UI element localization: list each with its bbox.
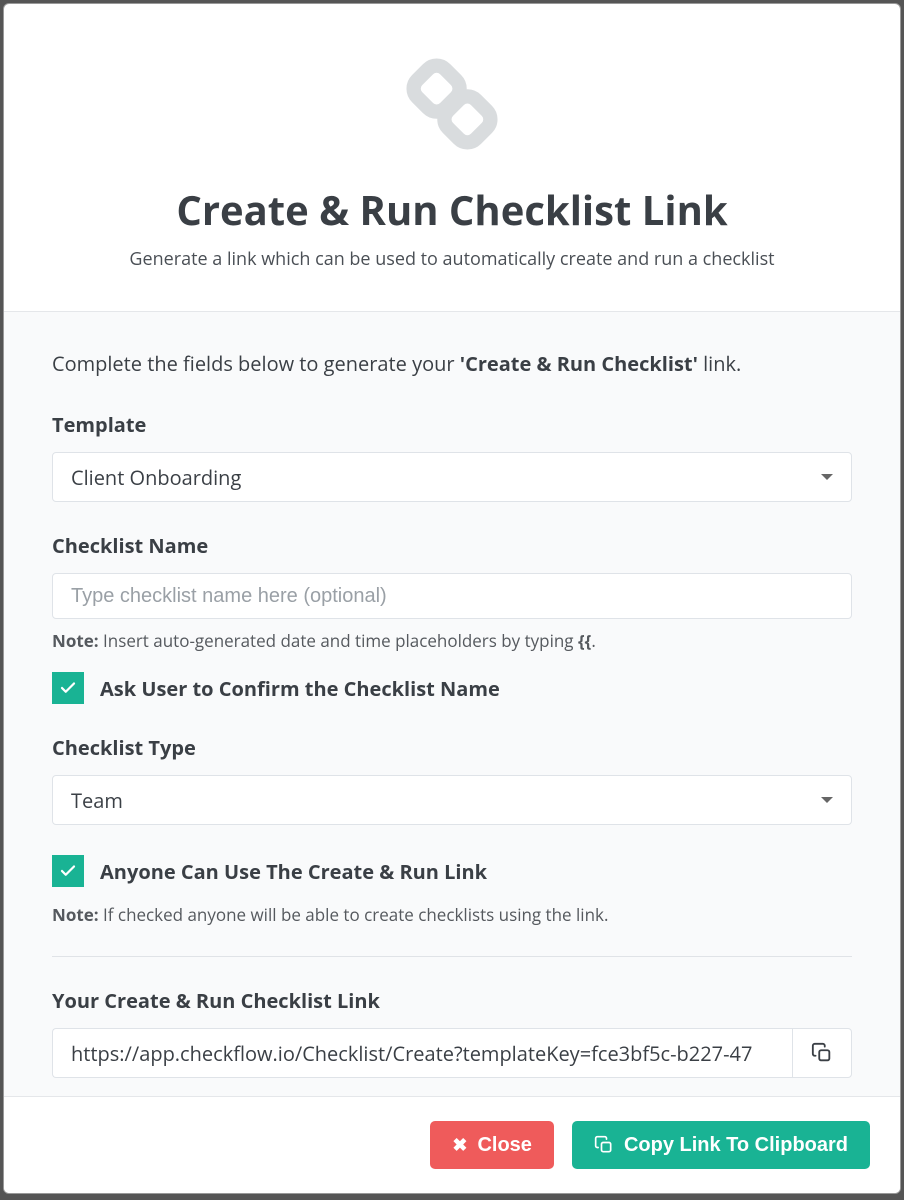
generated-link-text: https://app.checkflow.io/Checklist/Creat…: [71, 1040, 752, 1067]
note-label: Note:: [52, 903, 99, 926]
template-value: Client Onboarding: [71, 464, 241, 491]
intro-bold: 'Create & Run Checklist': [460, 350, 698, 377]
anyone-note: Note: If checked anyone will be able to …: [52, 903, 852, 926]
note-label: Note:: [52, 629, 99, 652]
note-text: Insert auto-generated date and time plac…: [99, 629, 578, 652]
note-after: .: [591, 629, 595, 652]
template-select[interactable]: Client Onboarding: [52, 452, 852, 502]
checklist-name-note: Note: Insert auto-generated date and tim…: [52, 629, 852, 652]
copy-icon: [811, 1042, 833, 1064]
anyone-checkbox[interactable]: [52, 855, 84, 887]
chevron-down-icon: [821, 797, 833, 803]
checklist-name-label: Checklist Name: [52, 532, 852, 559]
copy-link-button-inline[interactable]: [792, 1028, 852, 1078]
intro-suffix: link.: [698, 350, 741, 377]
checklist-name-field: Checklist Name Note: Insert auto-generat…: [52, 532, 852, 652]
intro-prefix: Complete the fields below to generate yo…: [52, 350, 460, 377]
note-code: {{: [578, 629, 591, 652]
generated-link-input[interactable]: https://app.checkflow.io/Checklist/Creat…: [52, 1028, 792, 1078]
modal-title: Create & Run Checklist Link: [44, 182, 860, 237]
confirm-name-checkbox[interactable]: [52, 672, 84, 704]
close-icon: ✖: [452, 1135, 467, 1156]
checklist-type-select[interactable]: Team: [52, 775, 852, 825]
template-field: Template Client Onboarding: [52, 411, 852, 502]
anyone-label: Anyone Can Use The Create & Run Link: [100, 858, 487, 885]
modal-subtitle: Generate a link which can be used to aut…: [44, 247, 860, 271]
confirm-name-label: Ask User to Confirm the Checklist Name: [100, 675, 500, 702]
close-button[interactable]: ✖ Close: [430, 1121, 554, 1169]
confirm-name-row: Ask User to Confirm the Checklist Name: [52, 672, 852, 704]
checklist-type-label: Checklist Type: [52, 734, 852, 761]
link-field: Your Create & Run Checklist Link https:/…: [52, 987, 852, 1078]
modal-header: Create & Run Checklist Link Generate a l…: [4, 4, 900, 311]
intro-text: Complete the fields below to generate yo…: [52, 350, 852, 377]
template-label: Template: [52, 411, 852, 438]
checklist-name-input[interactable]: [52, 573, 852, 619]
copy-to-clipboard-button[interactable]: Copy Link To Clipboard: [572, 1121, 870, 1169]
divider: [52, 956, 852, 957]
create-run-link-modal: Create & Run Checklist Link Generate a l…: [3, 3, 901, 1194]
link-label: Your Create & Run Checklist Link: [52, 987, 852, 1014]
close-label: Close: [477, 1134, 531, 1157]
chevron-down-icon: [821, 474, 833, 480]
copy-icon: [594, 1135, 614, 1155]
link-row: https://app.checkflow.io/Checklist/Creat…: [52, 1028, 852, 1078]
chain-link-icon: [44, 49, 860, 164]
modal-footer: ✖ Close Copy Link To Clipboard: [4, 1096, 900, 1193]
modal-body: Complete the fields below to generate yo…: [4, 311, 900, 1096]
note-text: If checked anyone will be able to create…: [99, 903, 609, 926]
checklist-type-value: Team: [71, 787, 123, 814]
anyone-row: Anyone Can Use The Create & Run Link: [52, 855, 852, 887]
copy-label: Copy Link To Clipboard: [624, 1134, 848, 1157]
checklist-type-field: Checklist Type Team: [52, 734, 852, 825]
